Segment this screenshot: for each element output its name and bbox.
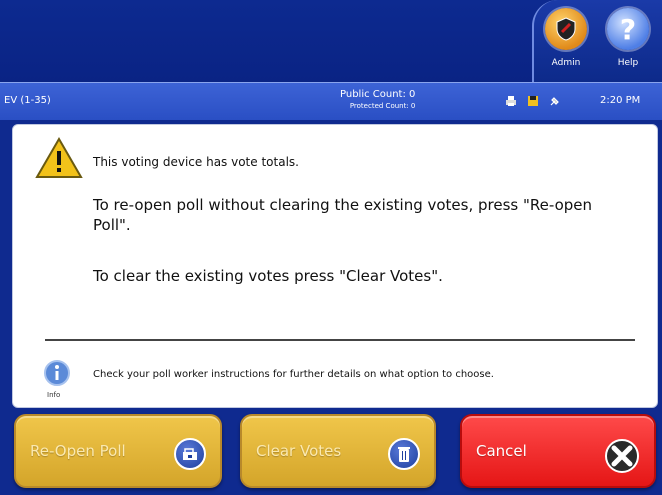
reopen-message: To re-open poll without clearing the exi… [93, 196, 592, 234]
close-icon [604, 438, 640, 474]
question-icon: ? [607, 8, 649, 50]
info-icon [44, 360, 70, 386]
divider [45, 339, 635, 341]
admin-button[interactable]: Admin [536, 8, 596, 76]
protected-count: Protected Count: 0 [349, 102, 416, 110]
help-label: Help [617, 58, 639, 68]
printer-icon [506, 96, 516, 106]
clear-votes-label: Clear Votes [256, 442, 342, 460]
status-bar: EV (1-35) Public Count: 0 Protected Coun… [0, 82, 662, 120]
cancel-button[interactable]: Cancel [460, 414, 656, 488]
reopen-icon [174, 438, 206, 470]
status-icons [505, 95, 561, 107]
header-tabs: Admin ? Help [532, 0, 662, 82]
instructions-text: Check your poll worker instructions for … [93, 369, 494, 380]
admin-label: Admin [551, 58, 581, 68]
trash-icon [388, 438, 420, 470]
clock: 2:20 PM [600, 95, 641, 106]
reopen-poll-label: Re-Open Poll [30, 442, 126, 460]
public-count: Public Count: 0 [340, 89, 416, 100]
info-label: Info [47, 391, 61, 399]
warning-title: This voting device has vote totals. [93, 155, 299, 169]
cancel-label: Cancel [476, 442, 527, 460]
shield-icon [545, 8, 587, 50]
help-button[interactable]: ? Help [598, 8, 658, 76]
precinct-label: EV (1-35) [4, 95, 51, 106]
warning-triangle-icon [35, 137, 83, 178]
plug-icon [550, 97, 559, 106]
message-panel: This voting device has vote totals. To r… [12, 124, 658, 408]
reopen-poll-button[interactable]: Re-Open Poll [14, 414, 222, 488]
vote-counts: Public Count: 0 Protected Count: 0 [340, 89, 415, 111]
floppy-disk-icon [528, 96, 538, 106]
clear-message: To clear the existing votes press "Clear… [93, 267, 443, 285]
clear-votes-button[interactable]: Clear Votes [240, 414, 436, 488]
